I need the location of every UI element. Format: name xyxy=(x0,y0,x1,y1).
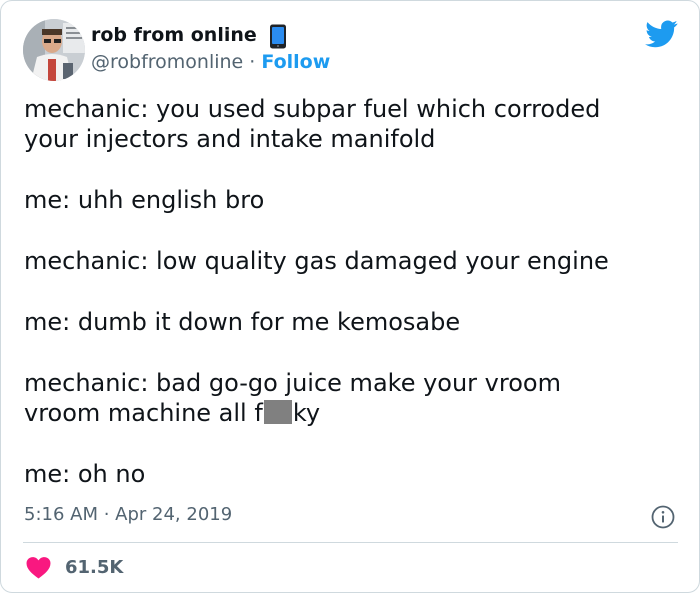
like-count[interactable]: 61.5K xyxy=(65,557,123,578)
tweet-text: mechanic: you used subpar fuel which cor… xyxy=(24,94,664,520)
mobile-phone-icon xyxy=(268,24,288,49)
tweet-paragraph: mechanic: you used subpar fuel which cor… xyxy=(24,94,664,154)
censor-block xyxy=(263,400,292,424)
tweet-line: me: oh no xyxy=(24,460,146,488)
tweet-timestamp[interactable]: 5:16 AM · Apr 24, 2019 xyxy=(24,504,232,525)
user-handle-row: @robfromonline · Follow xyxy=(91,51,330,73)
tweet-paragraph: me: oh no xyxy=(24,459,664,489)
twitter-bird-icon[interactable] xyxy=(645,20,678,48)
tweet-line-suffix: ky xyxy=(292,399,321,427)
follow-link[interactable]: Follow xyxy=(261,51,330,73)
tweet-line: mechanic: low quality gas damaged your e… xyxy=(24,247,609,275)
tweet-line-prefix: vroom machine all f xyxy=(24,399,263,427)
user-handle[interactable]: @robfromonline xyxy=(91,51,243,73)
tweet-card: rob from online @robfromonline · Follow … xyxy=(0,0,700,593)
heart-icon[interactable] xyxy=(26,556,51,579)
tweet-paragraph: me: uhh english bro xyxy=(24,185,664,215)
divider xyxy=(23,542,678,543)
tweet-paragraph: me: dumb it down for me kemosabe xyxy=(24,307,664,337)
handle-separator: · xyxy=(243,51,262,73)
tweet-paragraph: mechanic: bad go-go juice make your vroo… xyxy=(24,368,664,428)
tweet-line: me: dumb it down for me kemosabe xyxy=(24,308,461,336)
avatar[interactable] xyxy=(23,19,85,81)
tweet-paragraph: mechanic: low quality gas damaged your e… xyxy=(24,246,664,276)
info-icon[interactable] xyxy=(651,505,675,529)
tweet-line: your injectors and intake manifold xyxy=(24,125,436,153)
tweet-line: mechanic: bad go-go juice make your vroo… xyxy=(24,369,561,397)
avatar-photo xyxy=(23,19,85,81)
tweet-line: me: uhh english bro xyxy=(24,186,265,214)
user-display-name[interactable]: rob from online xyxy=(91,24,257,46)
tweet-line: mechanic: you used subpar fuel which cor… xyxy=(24,95,601,123)
